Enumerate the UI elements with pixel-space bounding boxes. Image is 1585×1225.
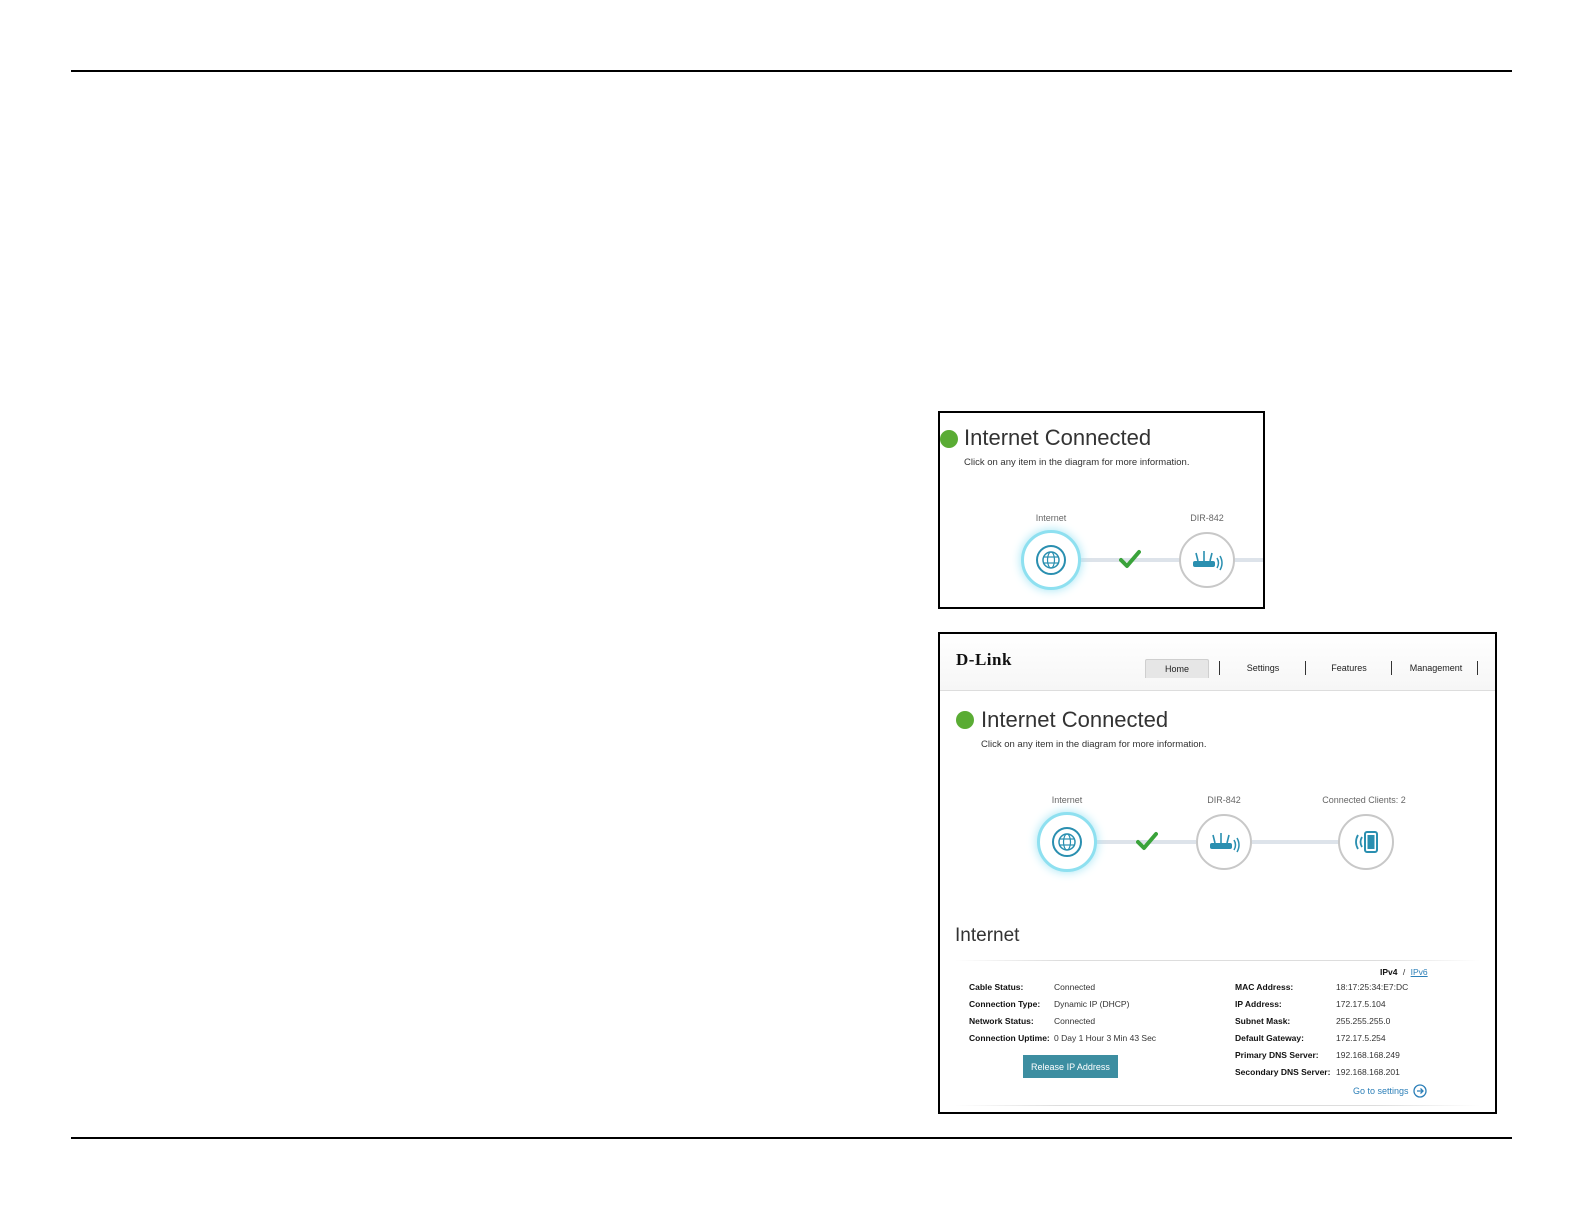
internet-node[interactable] bbox=[1021, 530, 1081, 590]
globe-icon bbox=[1058, 833, 1076, 851]
section-divider bbox=[955, 960, 1480, 961]
diagram-hint: Click on any item in the diagram for mor… bbox=[981, 739, 1207, 750]
top-rule bbox=[71, 70, 1512, 72]
router-icon bbox=[1210, 833, 1240, 853]
node-label-internet: Internet bbox=[1051, 795, 1083, 805]
info-value: Connected bbox=[1054, 982, 1096, 992]
nav-divider bbox=[1305, 661, 1306, 675]
info-value: Dynamic IP (DHCP) bbox=[1054, 999, 1130, 1009]
arrow-right-circle-icon bbox=[1412, 1084, 1427, 1098]
info-key: Network Status: bbox=[969, 1016, 1034, 1026]
nav-divider bbox=[1391, 661, 1392, 675]
info-key: MAC Address: bbox=[1235, 982, 1294, 992]
tablet-icon bbox=[1355, 831, 1378, 853]
check-icon bbox=[1136, 832, 1158, 850]
info-value: 18:17:25:34:E7:DC bbox=[1336, 982, 1409, 992]
status-title: Internet Connected bbox=[964, 425, 1152, 450]
bottom-rule bbox=[71, 1137, 1512, 1139]
tab-home[interactable]: Home bbox=[1145, 659, 1209, 678]
dlink-logo: D-Link bbox=[956, 650, 1012, 669]
ip-version-toggle: IPv4 / IPv6 bbox=[1380, 967, 1428, 977]
info-key: Default Gateway: bbox=[1235, 1033, 1304, 1043]
small-screenshot: Internet Connected Click on any item in … bbox=[938, 411, 1265, 609]
nav-divider bbox=[1477, 661, 1478, 675]
status-dot bbox=[940, 430, 958, 448]
info-key: Subnet Mask: bbox=[1235, 1016, 1291, 1026]
router-node[interactable] bbox=[1179, 532, 1235, 588]
large-screenshot: D-Link Home Settings Features Management… bbox=[938, 632, 1497, 1114]
tab-management[interactable]: Management bbox=[1402, 659, 1470, 677]
ip-toggle-separator: / bbox=[1402, 967, 1406, 977]
connection-line bbox=[1234, 558, 1263, 562]
status-title: Internet Connected bbox=[981, 707, 1169, 732]
info-key: Cable Status: bbox=[969, 982, 1024, 992]
ipv4-label[interactable]: IPv4 bbox=[1380, 967, 1398, 977]
info-value: 0 Day 1 Hour 3 Min 43 Sec bbox=[1054, 1033, 1157, 1043]
ipv6-link[interactable]: IPv6 bbox=[1411, 967, 1428, 977]
node-label-router: DIR-842 bbox=[1190, 513, 1224, 523]
info-value: 172.17.5.254 bbox=[1336, 1033, 1386, 1043]
tab-settings[interactable]: Settings bbox=[1232, 659, 1294, 677]
check-icon bbox=[1119, 550, 1141, 568]
go-to-settings-label: Go to settings bbox=[1353, 1086, 1409, 1096]
info-value: 255.255.255.0 bbox=[1336, 1016, 1391, 1026]
status-dot bbox=[956, 711, 974, 729]
go-to-settings-link[interactable]: Go to settings bbox=[1353, 1084, 1427, 1098]
router-node[interactable] bbox=[1196, 814, 1252, 870]
tab-features[interactable]: Features bbox=[1318, 659, 1380, 677]
info-key: IP Address: bbox=[1235, 999, 1282, 1009]
diagram-hint: Click on any item in the diagram for mor… bbox=[964, 457, 1190, 468]
section-title: Internet bbox=[955, 925, 1020, 946]
router-icon bbox=[1193, 551, 1223, 571]
info-value: 192.168.168.249 bbox=[1336, 1050, 1400, 1060]
info-value: Connected bbox=[1054, 1016, 1096, 1026]
info-value: 172.17.5.104 bbox=[1336, 999, 1386, 1009]
globe-icon bbox=[1042, 551, 1060, 569]
info-key: Secondary DNS Server: bbox=[1235, 1067, 1331, 1077]
release-ip-button[interactable]: Release IP Address bbox=[1023, 1055, 1118, 1078]
clients-node[interactable] bbox=[1338, 814, 1394, 870]
node-label-clients: Connected Clients: 2 bbox=[1322, 795, 1406, 805]
internet-node[interactable] bbox=[1037, 812, 1097, 872]
connection-line bbox=[1252, 840, 1340, 844]
info-key: Primary DNS Server: bbox=[1235, 1050, 1319, 1060]
nav-divider bbox=[1219, 661, 1220, 675]
info-key: Connection Type: bbox=[969, 999, 1041, 1009]
info-value: 192.168.168.201 bbox=[1336, 1067, 1400, 1077]
top-nav: D-Link Home Settings Features Management bbox=[940, 634, 1495, 691]
info-key: Connection Uptime: bbox=[969, 1033, 1050, 1043]
footer-divider bbox=[955, 1105, 1480, 1106]
node-label-router: DIR-842 bbox=[1207, 795, 1241, 805]
node-label-internet: Internet bbox=[1035, 513, 1067, 523]
